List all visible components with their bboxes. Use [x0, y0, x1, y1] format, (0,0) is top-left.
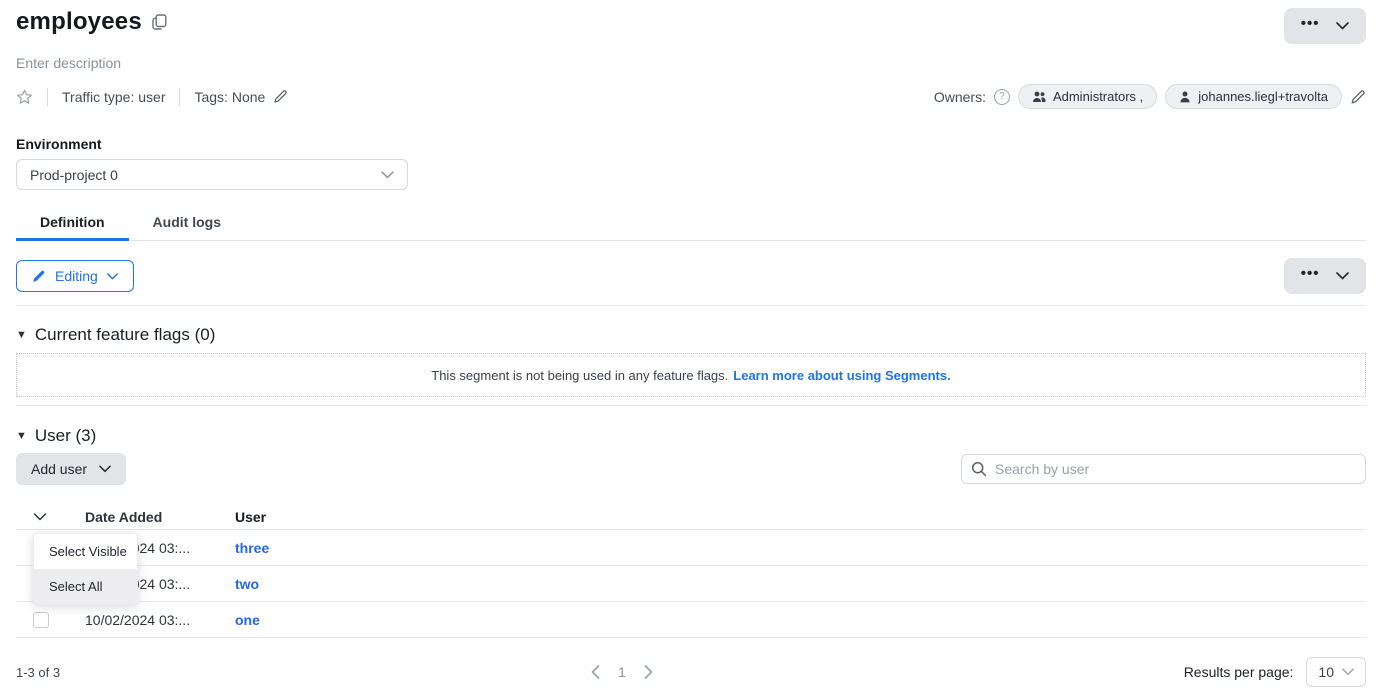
table-row: 10/02/2024 03:... two [16, 566, 1366, 602]
search-icon [971, 461, 987, 477]
owner-pill-user[interactable]: johannes.liegl+travolta [1165, 84, 1342, 109]
tab-audit-logs[interactable]: Audit logs [129, 206, 245, 240]
traffic-type-label: Traffic type: user [62, 89, 165, 105]
pagination-bar: 1-3 of 3 1 Results per page: 10 [16, 655, 1366, 689]
description-placeholder[interactable]: Enter description [16, 55, 1366, 71]
edit-toolbar: Editing ••• [16, 258, 1366, 294]
users-controls-row: Add user [16, 453, 1366, 485]
page-title: employees [16, 8, 142, 36]
environment-label: Environment [16, 136, 1366, 152]
section-actions-group: ••• [1284, 258, 1366, 294]
pager: 1 [591, 664, 653, 680]
chevron-down-icon [1342, 668, 1354, 676]
flags-empty-state: This segment is not being used in any fe… [16, 353, 1366, 397]
chevron-down-icon [107, 273, 118, 280]
meta-divider [47, 88, 48, 106]
menu-item-select-visible[interactable]: Select Visible [34, 534, 137, 569]
caret-down-icon: ▼ [16, 431, 27, 442]
row-checkbox[interactable] [33, 612, 49, 628]
edit-tags-pencil-icon[interactable] [273, 89, 288, 104]
table-row: 10/02/2024 03:... one [16, 602, 1366, 638]
copy-icon[interactable] [152, 14, 167, 30]
star-icon[interactable] [16, 89, 33, 105]
caret-down-icon: ▼ [16, 330, 27, 341]
section-divider [16, 405, 1366, 406]
tab-definition[interactable]: Definition [16, 206, 129, 240]
column-header-user[interactable]: User [235, 509, 1366, 525]
user-link[interactable]: three [235, 540, 269, 556]
select-rows-chevron-icon[interactable] [33, 513, 47, 521]
owners-label: Owners: [934, 89, 986, 105]
current-page-number[interactable]: 1 [618, 664, 626, 680]
results-range: 1-3 of 3 [16, 665, 60, 680]
more-options-icon[interactable]: ••• [1301, 16, 1320, 37]
tab-bar: Definition Audit logs [16, 206, 1366, 241]
environment-selected-value: Prod-project 0 [30, 167, 118, 183]
meta-row: Traffic type: user Tags: None Owners: ? … [16, 84, 1366, 109]
previous-page-icon[interactable] [591, 665, 600, 679]
tags-label: Tags: None [194, 89, 265, 105]
edit-owners-pencil-icon[interactable] [1350, 89, 1366, 105]
page-header: employees ••• [16, 8, 1366, 44]
user-link[interactable]: one [235, 612, 260, 628]
owners-help-icon[interactable]: ? [994, 89, 1010, 105]
learn-more-link[interactable]: Learn more about using Segments. [733, 368, 950, 383]
add-user-button[interactable]: Add user [16, 453, 126, 485]
chevron-down-icon [99, 465, 111, 473]
person-icon [1179, 91, 1191, 103]
search-user-wrap [961, 454, 1366, 484]
next-page-icon[interactable] [644, 665, 653, 679]
segment-detail-page: employees ••• Enter description Traffic … [0, 0, 1382, 689]
users-table: Date Added User 10/02/2024 03:... three … [16, 504, 1366, 638]
table-row: 10/02/2024 03:... three [16, 530, 1366, 566]
more-options-icon[interactable]: ••• [1301, 266, 1320, 287]
meta-divider [179, 88, 180, 106]
table-header-row: Date Added User [16, 504, 1366, 530]
date-added-cell: 10/02/2024 03:... [85, 612, 235, 628]
chevron-down-icon [381, 171, 394, 179]
editing-button[interactable]: Editing [16, 260, 134, 292]
column-header-date-added[interactable]: Date Added [85, 509, 235, 525]
add-user-label: Add user [31, 461, 87, 477]
section-divider [16, 305, 1366, 306]
header-actions-group: ••• [1284, 8, 1366, 44]
owner-pill-administrators[interactable]: Administrators , [1018, 84, 1157, 109]
flags-section-title: Current feature flags (0) [35, 325, 215, 345]
owners-row: Owners: ? Administrators , johannes.lieg… [934, 84, 1366, 109]
results-per-page-select[interactable]: 10 [1306, 657, 1366, 687]
flags-empty-text: This segment is not being used in any fe… [431, 368, 728, 383]
environment-select[interactable]: Prod-project 0 [16, 159, 408, 190]
results-per-page: Results per page: 10 [1184, 657, 1366, 687]
owner-pill-label: johannes.liegl+travolta [1198, 89, 1328, 104]
pencil-icon [32, 269, 46, 283]
users-section-heading[interactable]: ▼ User (3) [16, 426, 1366, 446]
collapse-header-icon[interactable] [1336, 22, 1349, 30]
group-icon [1032, 91, 1046, 103]
per-page-value: 10 [1318, 664, 1334, 680]
menu-item-select-all[interactable]: Select All [34, 569, 137, 604]
editing-button-label: Editing [55, 268, 98, 284]
users-section-title: User (3) [35, 426, 96, 446]
results-per-page-label: Results per page: [1184, 664, 1294, 680]
owner-pill-label: Administrators , [1053, 89, 1143, 104]
flags-section-heading[interactable]: ▼ Current feature flags (0) [16, 325, 1366, 345]
select-rows-menu: Select Visible Select All [33, 533, 138, 605]
search-user-input[interactable] [961, 454, 1366, 484]
collapse-all-icon[interactable] [1336, 272, 1349, 280]
user-link[interactable]: two [235, 576, 259, 592]
